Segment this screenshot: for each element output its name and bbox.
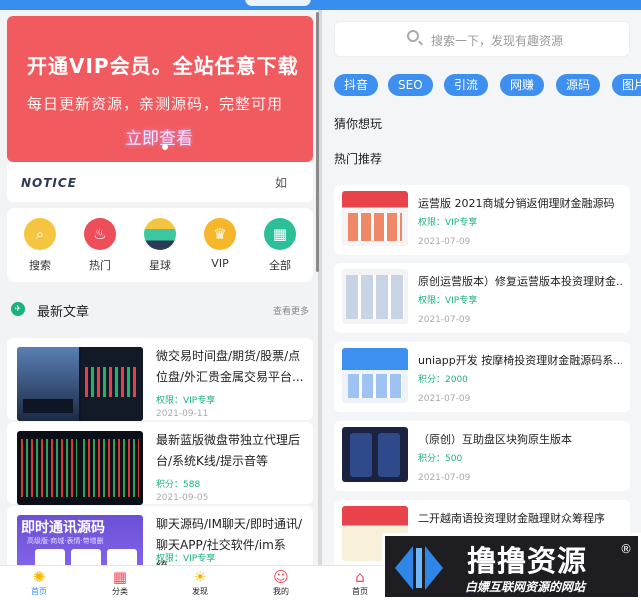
watermark: 撸撸资源 白嫖互联网资源的网站 ®: [382, 533, 641, 600]
guess-label: 猜你想玩: [334, 117, 383, 131]
home-icon: ✺: [32, 568, 46, 586]
tag-chip[interactable]: 引流: [444, 74, 489, 96]
recommend-date: 2021-07-09: [418, 315, 471, 325]
tag-chip[interactable]: 源码: [556, 74, 601, 96]
recommend-card[interactable]: uniapp开发 按摩椅投资理财金融源码系... 积分：2000 2021-07…: [334, 342, 630, 412]
article-date: 2021-09-11: [156, 409, 209, 419]
recommend-date: 2021-07-09: [418, 473, 471, 483]
category-label: 星球: [149, 259, 171, 272]
bulb-icon: ☀: [193, 568, 207, 586]
recommend-thumbnail: [342, 427, 408, 482]
recommend-title: 原创运营版本）修复运营版本投资理财金...: [418, 275, 622, 288]
recommend-thumbnail: [342, 269, 408, 324]
category-all[interactable]: ▦ 全部: [255, 218, 305, 273]
category-planet[interactable]: 星球: [135, 218, 185, 273]
article-date: 2021-09-05: [156, 493, 209, 503]
home-icon: ⌂: [355, 568, 365, 586]
category-search[interactable]: ⌕ 搜索: [15, 218, 65, 273]
recommend-title: 运营版 2021商城分销返佣理财金融源码: [418, 197, 615, 210]
crown-icon: ♛: [204, 218, 236, 250]
recommend-card[interactable]: 原创运营版本）修复运营版本投资理财金... 权限：VIP专享 2021-07-0…: [334, 263, 630, 333]
vip-banner[interactable]: 开通VIP会员。全站任意下载 每日更新资源，亲测源码，完整可用 立即查看: [7, 16, 313, 162]
recommend-date: 2021-07-09: [418, 237, 471, 247]
tab-label: 我的: [273, 587, 289, 596]
right-panel: 搜索一下，发现有趣资源 抖音 SEO 引流 网赚 源码 图片 猜你想玩 热门推荐…: [322, 10, 641, 600]
user-icon: ☺: [273, 568, 289, 586]
article-meta: 积分：588: [156, 480, 201, 490]
tag-chip[interactable]: 网赚: [500, 74, 545, 96]
banner-dot: [162, 144, 168, 150]
recommend-title: 二开越南语投资理财金融理财众筹程序: [418, 512, 605, 525]
tab-label: 首页: [31, 587, 47, 596]
category-hot[interactable]: ♨ 热门: [75, 218, 125, 273]
registered-mark: ®: [620, 542, 632, 556]
notice-bar[interactable]: NOTICE 如: [7, 162, 313, 202]
search-icon: ⌕: [24, 218, 56, 250]
search-icon: [407, 30, 419, 42]
watermark-name: 撸撸资源: [467, 544, 588, 578]
notice-logo: NOTICE: [21, 176, 77, 190]
see-more-link[interactable]: 查看更多: [273, 304, 309, 317]
left-panel: 开通VIP会员。全站任意下载 每日更新资源，亲测源码，完整可用 立即查看 NOT…: [0, 10, 318, 600]
category-label: 搜索: [29, 259, 51, 272]
article-title: 微交易时间盘/期货/股票/点位盘/外汇贵金属交易平台...: [156, 349, 304, 384]
top-pill: [245, 0, 311, 6]
watermark-slogan: 白嫖互联网资源的网站: [465, 580, 586, 594]
recommend-card[interactable]: （原创）互助盘区块狗原生版本 积分：500 2021-07-09: [334, 421, 630, 491]
banner-subline: 每日更新资源，亲测源码，完整可用: [27, 95, 284, 113]
article-thumbnail: [17, 347, 143, 421]
tag-row: 抖音 SEO 引流 网赚 源码 图片: [334, 74, 641, 96]
category-label: 全部: [269, 259, 291, 272]
tab-label: 发现: [192, 587, 208, 596]
tab-home[interactable]: ✺ 首页: [14, 568, 64, 597]
tab-category[interactable]: ▦ 分类: [95, 568, 145, 597]
category-grid: ⌕ 搜索 ♨ 热门 星球 ♛ VIP ▦ 全部: [7, 208, 313, 282]
recommend-meta: 积分：500: [418, 454, 463, 464]
recommend-meta: 权限：VIP专享: [418, 218, 478, 228]
category-label: VIP: [211, 257, 229, 270]
recommend-title: （原创）互助盘区块狗原生版本: [418, 433, 572, 446]
article-meta: 权限：VIP专享: [156, 396, 216, 406]
fire-icon: ♨: [84, 218, 116, 250]
latest-section-header: ✈ 最新文章 查看更多: [7, 298, 313, 320]
tab-home-right[interactable]: ⌂ 首页: [335, 568, 385, 597]
thumb-title: 即时通讯源码: [21, 520, 105, 536]
banner-headline: 开通VIP会员。全站任意下载: [27, 54, 299, 78]
planet-icon: [144, 218, 176, 250]
category-label: 热门: [89, 259, 111, 272]
thumb-subtitle: 高级版·商城·表情·带增删: [27, 537, 104, 545]
tab-label: 首页: [352, 587, 368, 596]
recommend-thumbnail: [342, 191, 408, 246]
tag-chip[interactable]: 抖音: [334, 74, 379, 96]
tag-chip[interactable]: SEO: [388, 74, 433, 96]
notice-text: 如: [275, 176, 288, 190]
pin-icon: ✈: [11, 302, 25, 316]
status-bar: [0, 0, 641, 10]
recommend-meta: 权限：VIP专享: [418, 296, 478, 306]
section-title: 最新文章: [37, 305, 90, 320]
recommend-meta: 积分：2000: [418, 375, 468, 385]
tag-chip[interactable]: 图片: [612, 74, 641, 96]
article-thumbnail: [17, 431, 143, 505]
grid-icon: ▦: [264, 218, 296, 250]
tab-label: 分类: [112, 587, 128, 596]
article-card[interactable]: 最新蓝版微盘带独立代理后台/系统K线/提示音等 积分：588 2021-09-0…: [7, 422, 313, 505]
category-vip[interactable]: ♛ VIP: [195, 218, 245, 270]
category-icon: ▦: [112, 568, 128, 586]
search-input[interactable]: 搜索一下，发现有趣资源: [334, 21, 630, 57]
recommend-date: 2021-07-09: [418, 394, 471, 404]
watermark-logo: [395, 546, 443, 590]
article-card[interactable]: 微交易时间盘/期货/股票/点位盘/外汇贵金属交易平台... 权限：VIP专享 2…: [7, 338, 313, 421]
banner-cta[interactable]: 立即查看: [125, 124, 193, 149]
recommend-card[interactable]: 运营版 2021商城分销返佣理财金融源码 权限：VIP专享 2021-07-09: [334, 185, 630, 255]
hot-label: 热门推荐: [334, 152, 383, 166]
search-placeholder: 搜索一下，发现有趣资源: [431, 34, 564, 48]
recommend-thumbnail: [342, 348, 408, 403]
scrollbar[interactable]: [316, 12, 319, 272]
tab-mine[interactable]: ☺ 我的: [256, 568, 306, 597]
tab-discover[interactable]: ☀ 发现: [175, 568, 225, 597]
recommend-title: uniapp开发 按摩椅投资理财金融源码系...: [418, 354, 622, 367]
article-title: 最新蓝版微盘带独立代理后台/系统K线/提示音等: [156, 433, 301, 468]
article-meta: 权限：VIP专享: [156, 554, 216, 564]
